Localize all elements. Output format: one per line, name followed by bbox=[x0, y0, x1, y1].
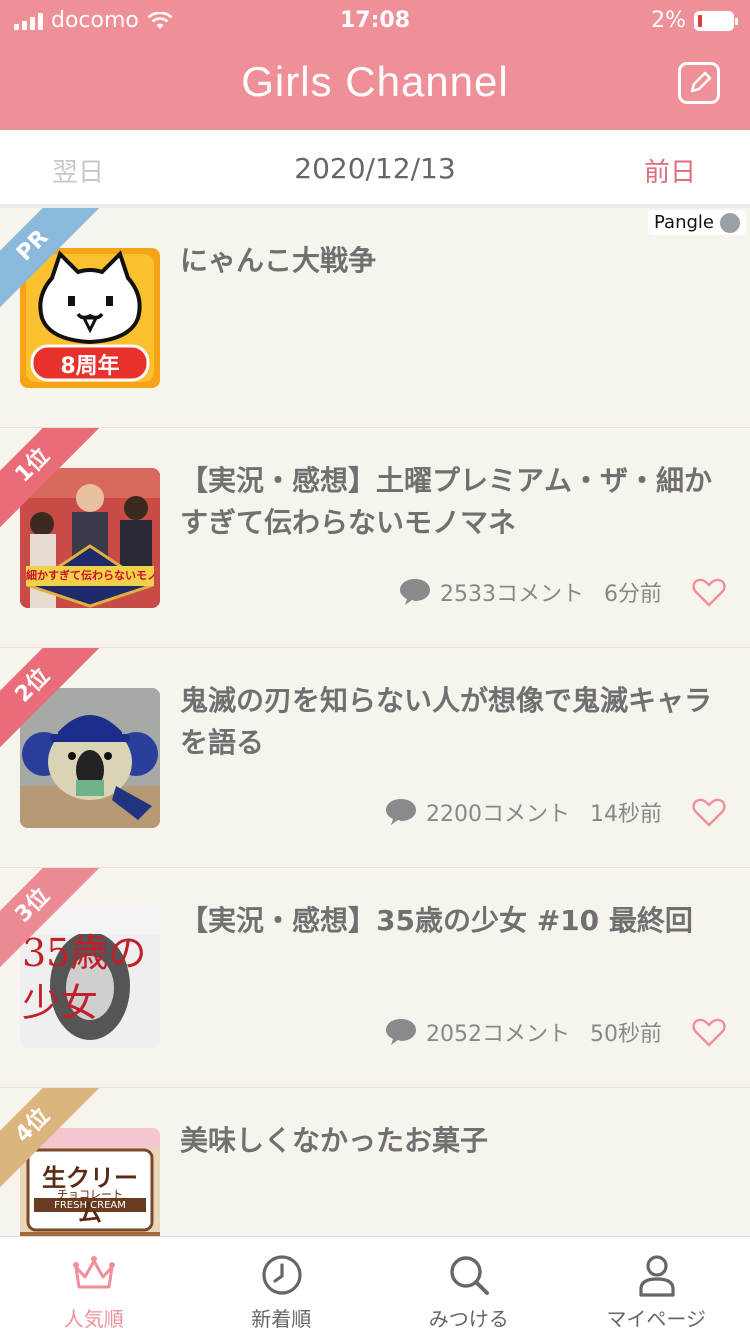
tab-label: みつける bbox=[428, 1307, 509, 1331]
topic-item[interactable]: 細かすぎて伝わらないモノマネ 1位 【実況・感想】土曜プレミアム・ザ・細かすぎて… bbox=[0, 428, 750, 648]
tv-show-image bbox=[20, 468, 160, 608]
search-icon bbox=[450, 1256, 489, 1295]
tab-label: 人気順 bbox=[63, 1307, 124, 1331]
status-right: 2% bbox=[651, 8, 738, 33]
tab-mypage[interactable]: マイページ bbox=[563, 1237, 750, 1334]
topic-meta: 2200コメント 14秒前 bbox=[384, 796, 726, 828]
topic-title[interactable]: 美味しくなかったお菓子 bbox=[180, 1120, 728, 1162]
comment-count-wrap: 2533コメント bbox=[398, 576, 584, 608]
topic-item[interactable]: 2位 鬼滅の刃を知らない人が想像で鬼滅キャラを語る 2200コメント 14秒前 bbox=[0, 648, 750, 868]
topic-thumbnail-en: FRESH CREAM bbox=[54, 1200, 126, 1211]
comment-icon bbox=[386, 1019, 416, 1045]
comment-count-wrap: 2200コメント bbox=[384, 796, 570, 828]
app-title: Girls Channel bbox=[241, 58, 509, 105]
comment-count: 2533コメント bbox=[440, 582, 584, 607]
comment-count: 2200コメント bbox=[426, 802, 570, 827]
topic-thumbnail-text: 35歳の少女 bbox=[22, 931, 147, 1025]
user-icon bbox=[638, 1255, 675, 1297]
topic-thumbnail bbox=[20, 688, 160, 828]
topic-title[interactable]: 鬼滅の刃を知らない人が想像で鬼滅キャラを語る bbox=[180, 680, 728, 764]
battery-percent: 2% bbox=[651, 8, 686, 33]
tab-search[interactable]: みつける bbox=[375, 1237, 563, 1334]
tab-label: 新着順 bbox=[251, 1307, 312, 1331]
topic-thumbnail: 細かすぎて伝わらないモノマネ bbox=[20, 468, 160, 608]
posted-ago: 50秒前 bbox=[590, 1022, 662, 1047]
topic-thumbnail-text: 細かすぎて伝わらないモノマネ bbox=[26, 569, 154, 582]
comment-count-wrap: 2052コメント bbox=[384, 1016, 570, 1048]
ad-thumbnail-caption: 8周年 bbox=[60, 354, 120, 379]
comment-icon bbox=[400, 579, 430, 605]
posted-ago: 14秒前 bbox=[590, 802, 662, 827]
topic-meta: 2052コメント 50秒前 bbox=[384, 1016, 726, 1048]
ad-thumbnail: 8周年 bbox=[20, 248, 160, 388]
status-time: 17:08 bbox=[339, 8, 411, 33]
topic-list: 8周年 PR にゃんこ大戦争 Pangle 細かすぎて伝わらないモノマネ bbox=[0, 208, 750, 1308]
tab-new[interactable]: 新着順 bbox=[188, 1237, 376, 1334]
ad-item[interactable]: 8周年 PR にゃんこ大戦争 Pangle bbox=[0, 208, 750, 428]
pangle-badge: Pangle bbox=[648, 210, 746, 235]
topic-item[interactable]: 35歳の少女 3位 【実況・感想】35歳の少女 #10 最終回 2052コメント… bbox=[0, 868, 750, 1088]
clock-icon bbox=[261, 1255, 302, 1295]
topic-title[interactable]: 【実況・感想】35歳の少女 #10 最終回 bbox=[180, 900, 728, 942]
topic-thumbnail: 35歳の少女 bbox=[20, 908, 160, 1048]
topic-title[interactable]: 【実況・感想】土曜プレミアム・ザ・細かすぎて伝わらないモノマネ bbox=[180, 460, 728, 544]
heart-icon[interactable] bbox=[692, 797, 726, 827]
date-navigation: 翌日 2020/12/13 前日 bbox=[0, 130, 750, 208]
mascot-image bbox=[20, 688, 160, 828]
pangle-label: Pangle bbox=[654, 212, 714, 233]
topic-meta: 2533コメント 6分前 bbox=[398, 576, 726, 608]
bottom-tab-bar: 人気順 新着順 みつける マイページ bbox=[0, 1236, 750, 1334]
tab-popular[interactable]: 人気順 bbox=[0, 1237, 188, 1334]
previous-day-button[interactable]: 前日 bbox=[644, 152, 696, 189]
pangle-icon bbox=[720, 212, 740, 233]
current-date: 2020/12/13 bbox=[294, 152, 456, 185]
battery-icon bbox=[694, 10, 738, 31]
tab-label: マイページ bbox=[606, 1307, 707, 1331]
posted-ago: 6分前 bbox=[604, 582, 662, 607]
comment-count: 2052コメント bbox=[426, 1022, 570, 1047]
comment-icon bbox=[386, 799, 416, 825]
ad-title[interactable]: にゃんこ大戦争 bbox=[180, 240, 728, 282]
heart-icon[interactable] bbox=[692, 577, 726, 607]
top-bar: docomo 17:08 2% Girls Channel bbox=[0, 0, 750, 130]
heart-icon[interactable] bbox=[692, 1017, 726, 1047]
crown-icon bbox=[73, 1256, 115, 1289]
status-bar: docomo 17:08 2% bbox=[0, 0, 750, 40]
compose-icon[interactable] bbox=[678, 62, 720, 104]
